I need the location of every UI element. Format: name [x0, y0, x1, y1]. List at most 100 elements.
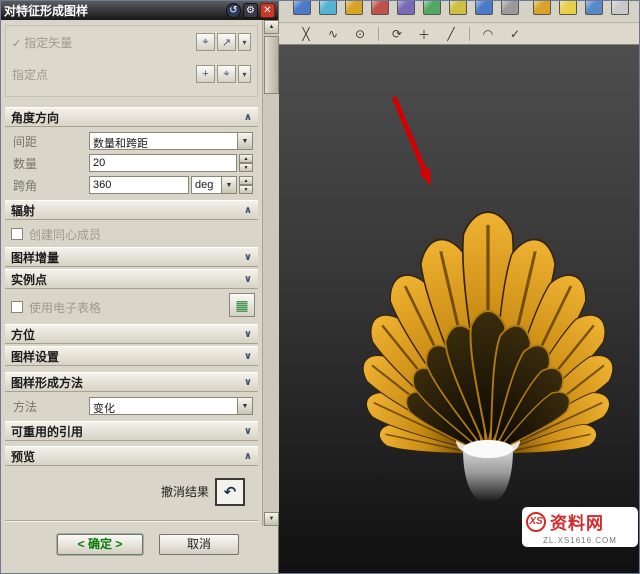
arc-icon[interactable]: ◠ — [479, 26, 497, 43]
toolbar-icon-extrude[interactable] — [475, 1, 493, 15]
slash-icon[interactable]: ╱ — [442, 26, 460, 43]
undo-icon: ↶ — [224, 483, 237, 501]
section-title: 实例点 — [11, 271, 244, 288]
vector-dialog-icon[interactable]: ↗ — [217, 33, 236, 51]
chevron-down-icon[interactable]: ▼ — [237, 133, 252, 149]
rotate-icon[interactable]: ⟳ — [388, 26, 406, 43]
line-icon[interactable]: ╳ — [297, 26, 315, 43]
section-header-pattern-settings[interactable]: 图样设置 ∨ — [5, 346, 258, 366]
dialog-titlebar[interactable]: 对特征形成图样 ↺ ⚙ ✕ — [1, 1, 278, 20]
dialog-scrollbar[interactable]: ▲ ▼ — [262, 20, 279, 526]
chevron-up-icon: ∧ — [244, 451, 252, 462]
vector-group: ✓指定矢量 ⌖ ↗ ▾ 指定点 + ⌖ ▾ — [5, 25, 258, 97]
watermark-site-name: 资料网 — [550, 509, 604, 534]
chevron-down-icon[interactable]: ▼ — [237, 398, 252, 414]
chevron-down-icon[interactable]: ▾ — [238, 65, 251, 83]
count-spinner[interactable]: ▲ ▼ — [239, 154, 253, 172]
close-icon[interactable]: ✕ — [260, 3, 275, 18]
toolbar-icon-boss[interactable] — [533, 1, 551, 15]
specify-point-label: 指定点 — [12, 66, 48, 83]
specify-point-row: 指定点 + ⌖ ▾ — [6, 58, 257, 90]
scroll-up-icon[interactable]: ▲ — [264, 20, 279, 34]
section-title: 角度方向 — [11, 109, 244, 126]
toolbar-icon-cube-blue[interactable] — [293, 1, 311, 15]
toolbar-icon-block[interactable] — [423, 1, 441, 15]
shuttlecock-model — [279, 45, 640, 574]
span-unit-combo[interactable]: deg ▼ — [191, 176, 237, 194]
spreadsheet-icon[interactable]: ▦ — [229, 293, 255, 317]
undo-result-button[interactable]: ↶ — [215, 478, 245, 506]
concentric-checkbox[interactable] — [11, 228, 23, 240]
section-title: 预览 — [11, 448, 244, 465]
section-header-angle-direction[interactable]: 角度方向 ∧ — [5, 107, 258, 127]
point-dialog-icon[interactable]: + — [196, 65, 215, 83]
application-window: ╳ ∿ ⊙ ⟳ ＋ ╱ ◠ ✓ — [0, 0, 640, 574]
toolbar-icon-cube-teal[interactable] — [319, 1, 337, 15]
scrollbar-thumb[interactable] — [264, 36, 279, 94]
graphics-viewport[interactable]: XS 资料网 ZL.XS1616.COM — [279, 45, 640, 574]
gear-icon[interactable]: ⚙ — [243, 3, 258, 18]
chevron-down-icon: ∨ — [244, 377, 252, 388]
chevron-down-icon[interactable]: ▾ — [238, 33, 251, 51]
toolbar-icon-hole[interactable] — [501, 1, 519, 15]
spin-down-icon[interactable]: ▼ — [239, 163, 253, 172]
reset-icon[interactable]: ↺ — [226, 3, 241, 18]
count-input[interactable]: 20 — [89, 154, 237, 172]
undo-result-label: 撤消结果 — [119, 478, 209, 506]
plus-icon[interactable]: ＋ — [415, 26, 433, 43]
toolbar-icon-shell[interactable] — [559, 1, 577, 15]
dialog-body: ✓指定矢量 ⌖ ↗ ▾ 指定点 + ⌖ ▾ — [1, 20, 262, 574]
spin-up-icon[interactable]: ▲ — [239, 154, 253, 163]
span-spinner[interactable]: ▲ ▼ — [239, 176, 253, 194]
scroll-down-icon[interactable]: ▼ — [264, 512, 279, 526]
method-combo[interactable]: 变化 ▼ — [89, 397, 253, 415]
chevron-down-icon[interactable]: ▼ — [221, 177, 236, 193]
ok-button[interactable]: < 确定 > — [57, 534, 143, 555]
section-header-orientation[interactable]: 方位 ∨ — [5, 324, 258, 344]
section-header-reusable-references[interactable]: 可重用的引用 ∨ — [5, 421, 258, 441]
toolbar-icon-chamfer[interactable] — [611, 1, 629, 15]
point-icon[interactable]: ⊙ — [351, 26, 369, 43]
specify-vector-label: ✓指定矢量 — [12, 34, 72, 51]
section-title: 可重用的引用 — [11, 423, 244, 440]
concentric-members-row: 创建同心成员 — [11, 225, 101, 243]
span-angle-label: 跨角 — [13, 177, 37, 195]
spin-up-icon[interactable]: ▲ — [239, 176, 253, 185]
pattern-feature-dialog: 对特征形成图样 ↺ ⚙ ✕ ✓指定矢量 ⌖ ↗ ▾ 指定点 — [1, 1, 279, 574]
check-icon[interactable]: ✓ — [506, 26, 524, 43]
section-header-pattern-method[interactable]: 图样形成方法 ∨ — [5, 372, 258, 392]
section-title: 图样设置 — [11, 348, 244, 365]
spin-down-icon[interactable]: ▼ — [239, 185, 253, 194]
section-header-preview[interactable]: 预览 ∧ — [5, 446, 258, 466]
span-angle-input[interactable]: 360 — [89, 176, 189, 194]
spacing-value: 数量和跨距 — [90, 133, 237, 149]
footer-separator — [5, 520, 258, 522]
toolbar-icon-sphere[interactable] — [397, 1, 415, 15]
span-unit-value: deg — [192, 177, 221, 193]
section-header-radiate[interactable]: 辐射 ∧ — [5, 200, 258, 220]
inferred-vector-icon[interactable]: ⌖ — [196, 33, 215, 51]
section-header-instance-points[interactable]: 实例点 ∨ — [5, 269, 258, 289]
dialog-title: 对特征形成图样 — [4, 2, 224, 19]
inferred-point-icon[interactable]: ⌖ — [217, 65, 236, 83]
chevron-up-icon: ∧ — [244, 112, 252, 123]
section-header-pattern-increment[interactable]: 图样增量 ∨ — [5, 247, 258, 267]
chevron-down-icon: ∨ — [244, 351, 252, 362]
specify-vector-row: ✓指定矢量 ⌖ ↗ ▾ — [6, 26, 257, 58]
toolbar-icon-axis[interactable] — [371, 1, 389, 15]
toolbar-icon-cylinder[interactable] — [345, 1, 363, 15]
use-spreadsheet-row: 使用电子表格 — [11, 298, 101, 316]
chevron-up-icon: ∧ — [244, 205, 252, 216]
check-icon: ✓ — [12, 38, 21, 50]
watermark-url: ZL.XS1616.COM — [526, 536, 634, 545]
spacing-label: 间距 — [13, 133, 37, 151]
section-title: 图样增量 — [11, 249, 244, 266]
toolbar-separator — [469, 27, 470, 41]
spacing-combo[interactable]: 数量和跨距 ▼ — [89, 132, 253, 150]
spreadsheet-checkbox[interactable] — [11, 301, 23, 313]
chevron-down-icon: ∨ — [244, 274, 252, 285]
cancel-button[interactable]: 取消 — [159, 534, 239, 555]
spline-icon[interactable]: ∿ — [324, 26, 342, 43]
toolbar-icon-blend[interactable] — [585, 1, 603, 15]
toolbar-icon-datum[interactable] — [449, 1, 467, 15]
